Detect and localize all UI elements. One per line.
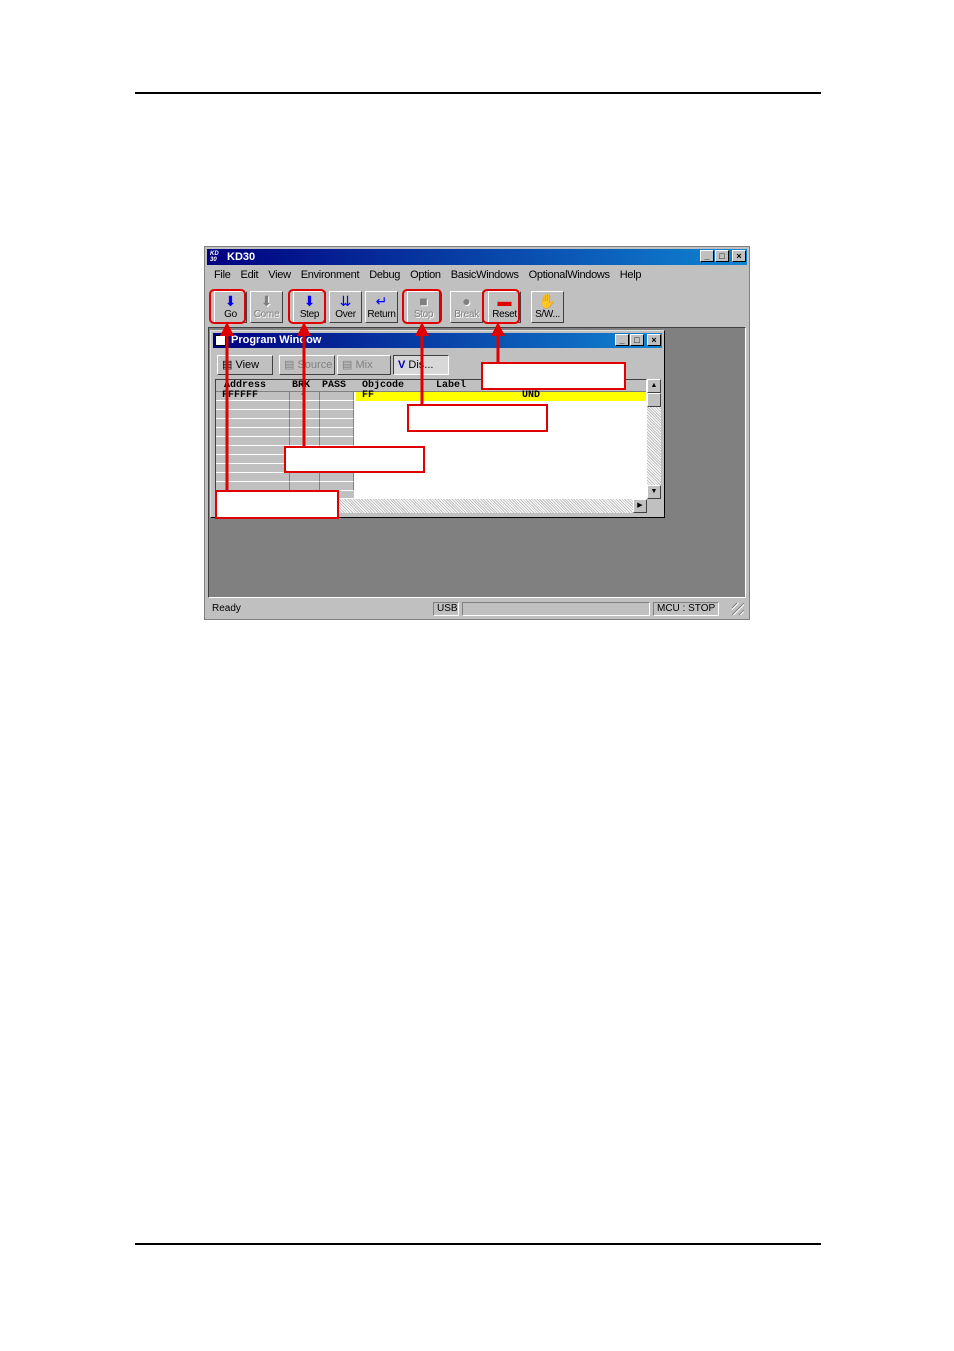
stop-arrow-head (415, 322, 429, 336)
step-arrow-head (297, 322, 311, 336)
annotation-arrows (220, 322, 505, 490)
reset-arrow-head (491, 322, 505, 336)
go-arrow-head (220, 322, 234, 336)
